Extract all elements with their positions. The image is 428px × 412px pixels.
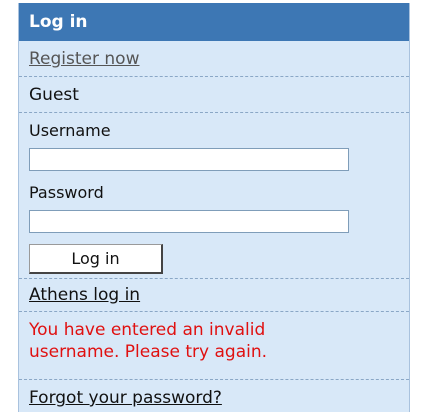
error-message-line-1: You have entered an invalid [29,320,266,340]
username-input[interactable] [29,148,349,171]
password-label: Password [29,183,104,202]
athens-row: Athens log in [19,279,409,312]
password-input[interactable] [29,210,349,233]
username-label: Username [29,121,111,140]
login-panel: Log in Register now Guest Username Passw… [18,3,410,412]
login-form: Username Password Log in [19,113,409,279]
athens-login-link[interactable]: Athens log in [29,285,140,305]
login-panel-title: Log in [19,3,409,41]
register-now-link[interactable]: Register now [29,49,139,69]
error-message-line-2: username. Please try again. [29,342,268,362]
error-message: You have entered an invalid username. Pl… [19,312,409,380]
guest-row: Guest [19,77,409,113]
guest-label: Guest [29,85,79,105]
forgot-password-link[interactable]: Forgot your password? [29,388,222,408]
register-row: Register now [19,41,409,77]
forgot-row: Forgot your password? [19,380,409,412]
login-button[interactable]: Log in [29,244,163,274]
